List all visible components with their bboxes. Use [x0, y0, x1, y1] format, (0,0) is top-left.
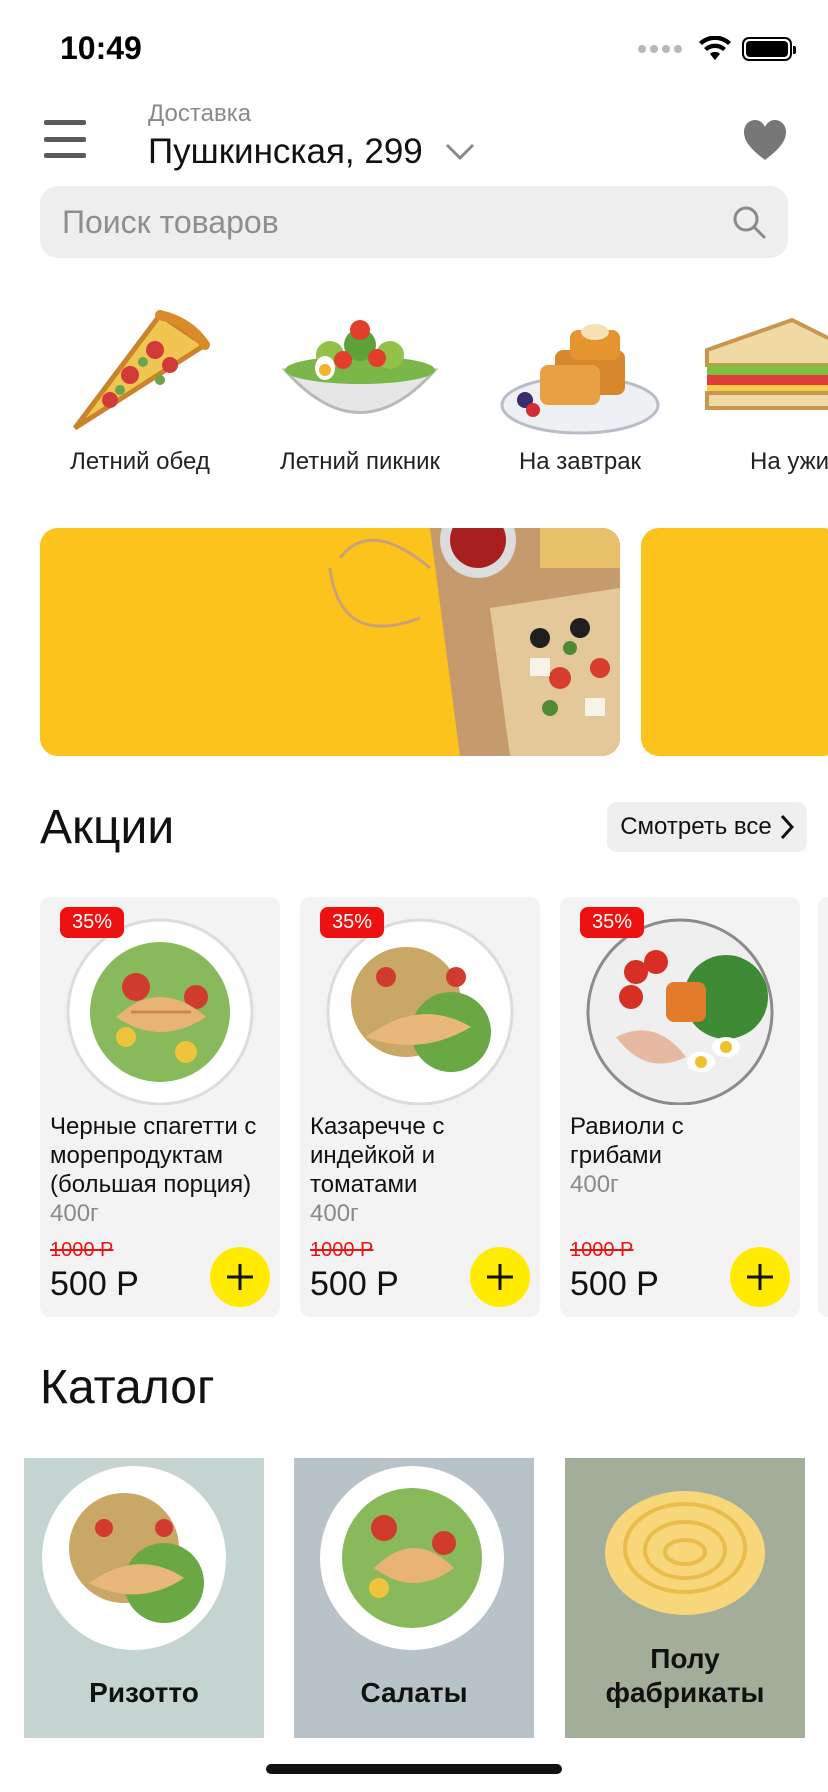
story-label: Летний пикник: [279, 448, 441, 475]
salad-icon: [281, 320, 439, 414]
product-name: Равиоли с грибами 400г: [570, 1112, 796, 1199]
catalog-label: Салаты: [360, 1677, 468, 1708]
product-name: Черные спагетти с морепродуктам (большая…: [50, 1112, 276, 1228]
catalog-item-salads[interactable]: Салаты: [294, 1458, 534, 1738]
product-card[interactable]: 35% Равиоли с грибами 400г 1000 Р 500 Р: [560, 897, 800, 1317]
product-weight: 400г: [50, 1200, 99, 1227]
wifi-icon: [699, 36, 731, 60]
add-to-cart-button[interactable]: [210, 1247, 270, 1307]
product-weight: 400г: [570, 1171, 619, 1198]
plus-icon: [227, 1264, 253, 1290]
search-input[interactable]: [62, 203, 732, 241]
price: 500 Р: [50, 1265, 139, 1303]
menu-icon[interactable]: [44, 120, 86, 158]
salad-image: [320, 1466, 504, 1650]
home-indicator[interactable]: [266, 1764, 562, 1774]
promo-banner[interactable]: [40, 528, 620, 756]
story-label: На ужин: [750, 448, 828, 475]
add-to-cart-button[interactable]: [730, 1247, 790, 1307]
catalog-label: Ризотто: [89, 1677, 199, 1708]
product-card[interactable]: 35% Черные спагетти с морепродуктам (бол…: [40, 897, 280, 1317]
heart-icon[interactable]: [742, 118, 788, 162]
plus-icon: [487, 1264, 513, 1290]
catalog-label: Полу фабрикаты: [605, 1643, 765, 1708]
story-label: На завтрак: [518, 448, 642, 475]
battery-icon: [742, 37, 796, 61]
product-card-peek[interactable]: [818, 897, 828, 1317]
product-title: Равиоли с грибами: [570, 1113, 684, 1169]
pizza-icon: [73, 310, 210, 431]
product-card[interactable]: 35% Казаречче с индейкой и томатами 400г…: [300, 897, 540, 1317]
chevron-right-icon: [780, 814, 794, 840]
search-icon[interactable]: [732, 205, 766, 239]
old-price: 1000 Р: [50, 1239, 114, 1261]
status-time: 10:49: [60, 30, 142, 66]
story-item[interactable]: На завтрак: [470, 310, 690, 476]
old-price: 1000 Р: [310, 1239, 374, 1261]
pasta-image: [605, 1491, 765, 1615]
chevron-down-icon: [445, 143, 474, 161]
product-title: Черные спагетти с морепродуктам (большая…: [50, 1113, 257, 1198]
discount-badge: 35%: [580, 907, 645, 938]
plus-icon: [747, 1264, 773, 1290]
story-item[interactable]: На ужин: [690, 310, 828, 476]
product-weight: 400г: [310, 1200, 359, 1227]
signal-icon: [638, 45, 682, 53]
status-bar: 10:49: [0, 0, 828, 100]
story-label: Летний обед: [70, 448, 210, 475]
promo-banner[interactable]: [641, 528, 828, 756]
stories-row: Летний обед Летний пикник На завтрак На …: [0, 310, 828, 490]
old-price: 1000 Р: [570, 1239, 634, 1261]
catalog-item-risotto[interactable]: Ризотто: [24, 1458, 264, 1738]
see-all-label: Смотреть все: [620, 813, 772, 840]
discount-badge: 35%: [320, 907, 385, 938]
search-bar[interactable]: [40, 186, 788, 258]
delivery-label: Доставка: [148, 100, 252, 127]
waffles-icon: [500, 324, 660, 435]
product-title: Казаречче с индейкой и томатами: [310, 1113, 445, 1198]
story-item[interactable]: Летний обед: [30, 310, 250, 476]
story-item[interactable]: Летний пикник: [250, 310, 470, 476]
see-all-button[interactable]: Смотреть все: [607, 802, 807, 852]
sandwich-icon: [705, 317, 828, 410]
add-to-cart-button[interactable]: [470, 1247, 530, 1307]
address-selector[interactable]: Пушкинская, 299: [148, 132, 475, 172]
discount-badge: 35%: [60, 907, 125, 938]
price: 500 Р: [570, 1265, 659, 1303]
status-icons: [638, 36, 796, 62]
product-name: Казаречче с индейкой и томатами 400г: [310, 1112, 536, 1228]
address-text: Пушкинская, 299: [148, 132, 423, 171]
catalog-title: Каталог: [40, 1361, 215, 1414]
price: 500 Р: [310, 1265, 399, 1303]
banner-image: [40, 528, 620, 756]
risotto-image: [42, 1466, 226, 1650]
catalog-item-semi-finished[interactable]: Полу фабрикаты: [565, 1458, 805, 1738]
promo-title: Акции: [40, 801, 175, 854]
